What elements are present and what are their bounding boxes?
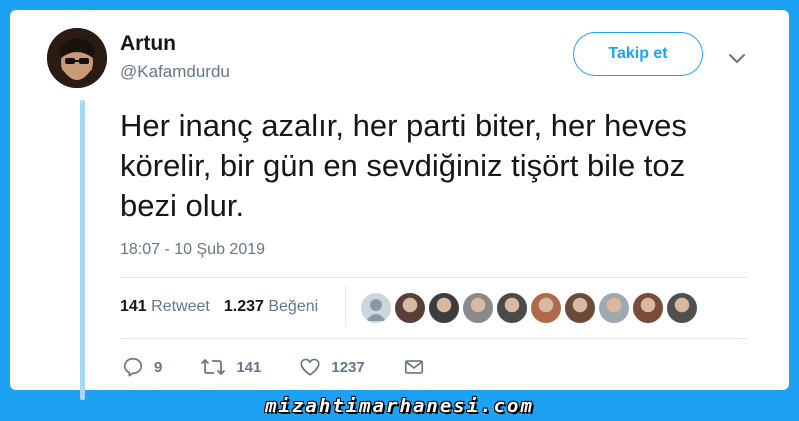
envelope-icon <box>404 360 423 374</box>
tweet-card: Artun @Kafamdurdu Takip et Her inanç aza… <box>10 10 789 400</box>
liker-avatar-8[interactable] <box>598 292 630 324</box>
like-count: 1237 <box>331 358 365 376</box>
like-stat[interactable]: 1.237 Beğeni <box>224 298 318 316</box>
divider <box>120 338 747 339</box>
retweet-icon <box>201 359 226 375</box>
chevron-down-icon[interactable] <box>725 50 749 66</box>
retweet-count: 141 <box>236 358 262 376</box>
liker-avatar-7[interactable] <box>564 292 596 324</box>
retweet-button[interactable]: 141 <box>200 356 261 378</box>
follow-button[interactable]: Takip et <box>573 32 703 76</box>
liker-avatar-6[interactable] <box>530 292 562 324</box>
direct-message-button[interactable] <box>403 356 435 378</box>
divider <box>120 277 747 278</box>
tweet-text: Her inanç azalır, her parti biter, her h… <box>120 108 687 223</box>
like-stat-label: Beğeni <box>268 298 319 315</box>
reply-count: 9 <box>154 358 163 376</box>
author-handle[interactable]: @Kafamdurdu <box>120 62 230 82</box>
liker-avatar-2[interactable] <box>394 292 426 324</box>
reply-button[interactable]: 9 <box>122 356 162 378</box>
stats-divider <box>345 286 346 326</box>
heart-icon <box>300 358 320 376</box>
liker-avatar-9[interactable] <box>632 292 664 324</box>
like-stat-count: 1.237 <box>223 298 264 315</box>
liker-avatar-4[interactable] <box>462 292 494 324</box>
like-button[interactable]: 1237 <box>299 356 365 378</box>
liker-avatar-5[interactable] <box>496 292 528 324</box>
watermark: mizahtimarhanesi.com <box>265 395 534 417</box>
liker-avatar-10[interactable] <box>666 292 698 324</box>
author-name[interactable]: Artun <box>120 32 176 56</box>
thread-line <box>80 100 85 400</box>
tweet-actions: 9 141 1237 <box>122 356 473 378</box>
reply-icon <box>123 357 143 377</box>
retweet-stat[interactable]: 141 Retweet <box>120 298 210 316</box>
liker-avatars <box>360 292 698 324</box>
retweet-stat-count: 141 <box>120 298 147 315</box>
liker-avatar-3[interactable] <box>428 292 460 324</box>
author-avatar[interactable] <box>47 28 107 88</box>
tweet-stats: 141 Retweet 1.237 Beğeni <box>120 298 318 316</box>
liker-avatar-default[interactable] <box>360 292 392 324</box>
tweet-timestamp[interactable]: 18:07 - 10 Şub 2019 <box>120 241 265 259</box>
retweet-stat-label: Retweet <box>151 298 210 315</box>
